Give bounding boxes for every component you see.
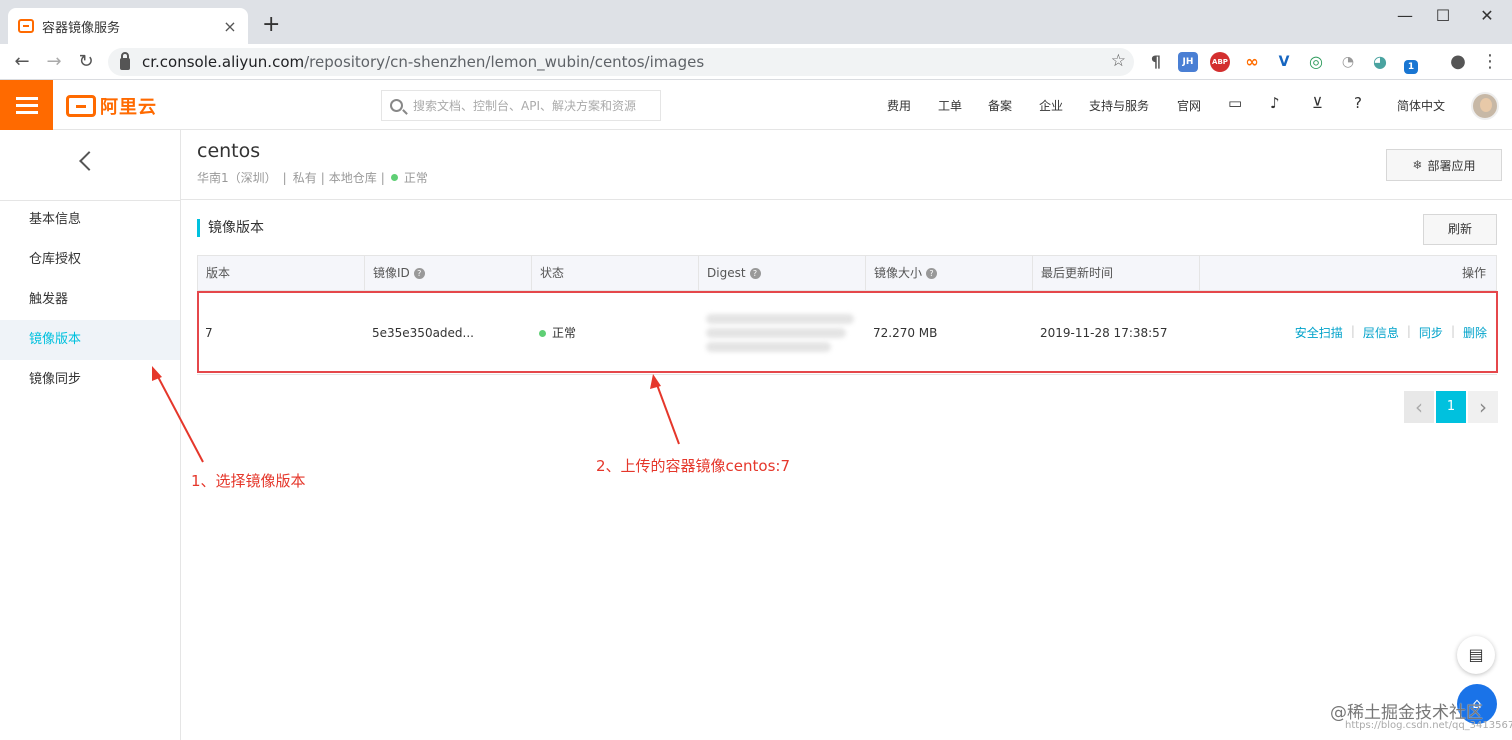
console-search-input[interactable]: 搜索文档、控制台、API、解决方案和资源	[381, 90, 661, 121]
annotation-step2: 2、上传的容器镜像centos:7	[596, 457, 790, 475]
aliyun-logo-icon	[66, 95, 96, 117]
back-button[interactable]	[0, 130, 180, 201]
sidebar-item-image-sync[interactable]: 镜像同步	[0, 360, 180, 400]
column-header-size: 镜像大小?	[866, 256, 1033, 290]
ext-jsonhandle-icon[interactable]: JH	[1178, 52, 1198, 72]
repo-sidebar: 基本信息 仓库授权 触发器 镜像版本 镜像同步	[0, 130, 181, 740]
help-icon[interactable]: ?	[926, 268, 938, 279]
pager-prev-button[interactable]: ‹	[1404, 391, 1434, 423]
sidebar-item-image-versions[interactable]: 镜像版本	[0, 320, 180, 360]
aliyun-favicon-icon	[18, 19, 34, 33]
url-bar[interactable]: cr.console.aliyun.com/repository/cn-shen…	[108, 48, 1134, 76]
ext-ghost-icon[interactable]: ◕	[1370, 52, 1390, 72]
repo-meta: 华南1（深圳） | 私有 | 本地仓库 | 正常	[197, 170, 428, 186]
column-header-digest: Digest?	[699, 256, 866, 290]
sidebar-item-repo-auth[interactable]: 仓库授权	[0, 240, 180, 280]
deploy-label: 部署应用	[1427, 158, 1476, 173]
hamburger-menu-button[interactable]	[0, 80, 53, 130]
console-topbar: 阿里云 搜索文档、控制台、API、解决方案和资源 费用 工单 备案 企业 支持与…	[0, 80, 1512, 130]
back-arrow-icon[interactable]: ←	[10, 50, 34, 74]
repo-region: 华南1（深圳）	[197, 171, 277, 185]
bell-icon[interactable]: ♪	[1270, 94, 1280, 112]
feedback-chat-icon[interactable]: ▤	[1457, 636, 1495, 674]
terminal-icon[interactable]: ▭	[1228, 94, 1242, 112]
address-toolbar: ← → ↻ cr.console.aliyun.com/repository/c…	[0, 44, 1512, 80]
column-header-status: 状态	[532, 256, 699, 290]
reload-icon[interactable]: ↻	[74, 50, 98, 74]
table-header: 版本 镜像ID? 状态 Digest? 镜像大小? 最后更新时间 操作	[197, 255, 1497, 291]
chevron-left-icon	[79, 151, 99, 171]
maximize-icon[interactable]: ☐	[1428, 6, 1458, 28]
close-window-icon[interactable]: ✕	[1472, 6, 1502, 28]
cart-icon[interactable]: ⊻	[1312, 94, 1323, 112]
minimize-icon[interactable]: —	[1390, 6, 1420, 28]
pager-next-button[interactable]: ›	[1468, 391, 1498, 423]
user-avatar[interactable]	[1471, 92, 1499, 120]
column-header-version: 版本	[198, 256, 365, 290]
ext-infinity-icon[interactable]: ∞	[1242, 52, 1262, 72]
annotation-highlight-box	[197, 291, 1498, 373]
sidebar-item-basic-info[interactable]: 基本信息	[0, 200, 180, 240]
section-title: 镜像版本	[197, 219, 264, 237]
new-tab-button[interactable]: +	[262, 12, 280, 37]
ext-adblock-icon[interactable]: ABP	[1210, 52, 1230, 72]
column-header-image-id: 镜像ID?	[365, 256, 532, 290]
help-circle-icon[interactable]: ?	[1354, 94, 1362, 112]
column-header-updated: 最后更新时间	[1033, 256, 1200, 290]
forward-arrow-icon[interactable]: →	[42, 50, 66, 74]
nav-fees[interactable]: 费用	[887, 97, 911, 114]
nav-support[interactable]: 支持与服务	[1089, 97, 1149, 114]
more-menu-icon[interactable]: ⋮	[1478, 50, 1502, 74]
bookmark-star-icon[interactable]: ☆	[1111, 51, 1126, 71]
url-host: cr.console.aliyun.com	[142, 53, 305, 71]
url-path: /repository/cn-shenzhen/lemon_wubin/cent…	[304, 53, 705, 71]
repo-header: centos 华南1（深圳） | 私有 | 本地仓库 | 正常 ❄ 部署应用	[181, 130, 1512, 200]
deploy-icon: ❄	[1412, 158, 1423, 172]
profile-icon[interactable]: ●	[1446, 50, 1470, 74]
language-switch[interactable]: 简体中文	[1397, 97, 1445, 114]
help-icon[interactable]: ?	[749, 268, 761, 279]
browser-tabstrip: 容器镜像服务 × + — ☐ ✕	[0, 0, 1512, 44]
repo-visibility: 私有	[292, 171, 317, 185]
pager-page-1[interactable]: 1	[1436, 391, 1466, 423]
logo-text: 阿里云	[100, 97, 157, 118]
lock-icon	[120, 51, 130, 70]
tab-close-icon[interactable]: ×	[222, 17, 238, 36]
search-placeholder: 搜索文档、控制台、API、解决方案和资源	[413, 99, 636, 113]
nav-beian[interactable]: 备案	[988, 97, 1012, 114]
browser-tab[interactable]: 容器镜像服务 ×	[8, 8, 248, 44]
sidebar-item-triggers[interactable]: 触发器	[0, 280, 180, 320]
nav-tickets[interactable]: 工单	[938, 97, 962, 114]
tab-title: 容器镜像服务	[42, 20, 121, 36]
ext-globe-icon[interactable]: ◎	[1306, 52, 1326, 72]
ext-vue-icon[interactable]: V	[1274, 52, 1294, 72]
watermark-url: https://blog.csdn.net/qq_3413567	[1345, 720, 1512, 731]
deploy-app-button[interactable]: ❄ 部署应用	[1386, 149, 1502, 181]
repo-title: centos	[197, 140, 261, 162]
ext-speed-icon[interactable]: ◔	[1338, 52, 1358, 72]
annotation-step1: 1、选择镜像版本	[191, 472, 306, 490]
nav-enterprise[interactable]: 企业	[1039, 97, 1063, 114]
repo-status: 正常	[403, 171, 428, 185]
column-header-actions: 操作	[1461, 266, 1486, 280]
aliyun-logo[interactable]: 阿里云	[66, 93, 157, 119]
search-icon	[390, 99, 403, 112]
nav-official-site[interactable]: 官网	[1177, 97, 1201, 114]
status-dot-icon	[390, 174, 398, 181]
ext-badge-icon[interactable]: 1	[1404, 60, 1418, 74]
ext-pilcrow-icon[interactable]: ¶	[1146, 52, 1166, 72]
refresh-button[interactable]: 刷新	[1423, 214, 1497, 245]
help-icon[interactable]: ?	[413, 268, 425, 279]
repo-type: 本地仓库	[328, 171, 377, 185]
